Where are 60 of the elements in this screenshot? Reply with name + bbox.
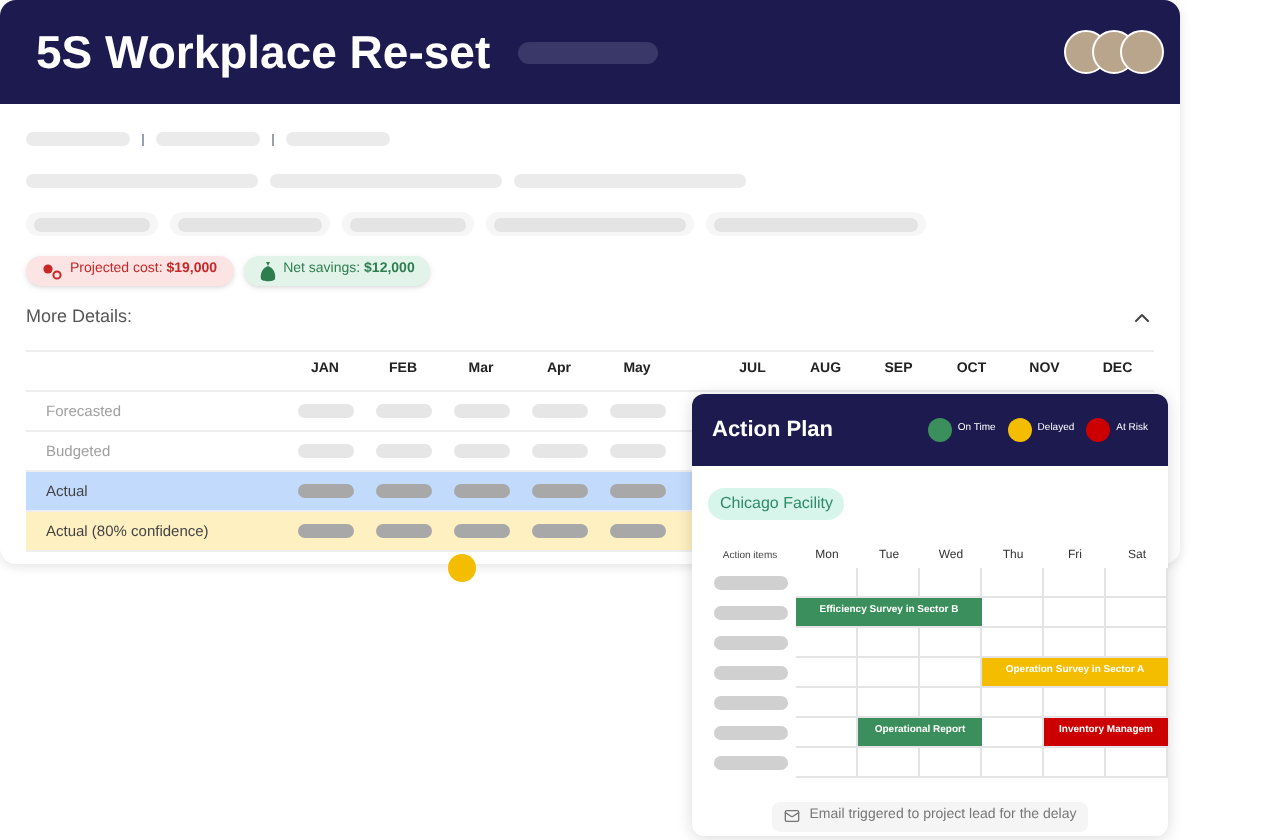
action-plan-title: Action Plan	[712, 415, 834, 446]
filter-chip[interactable]	[706, 212, 926, 236]
calendar-cell	[858, 658, 920, 688]
calendar-cell	[858, 748, 920, 778]
placeholder-bar	[713, 696, 787, 710]
section-title: More Details:	[26, 304, 133, 331]
calendar-cell	[796, 688, 858, 718]
calendar-cell	[982, 748, 1044, 778]
filter-chip[interactable]	[486, 212, 694, 236]
calendar-cell	[796, 748, 858, 778]
calendar-cell	[1106, 598, 1168, 628]
calendar-cell	[1106, 568, 1168, 598]
placeholder-bar	[609, 524, 665, 538]
filter-chip[interactable]	[342, 212, 474, 236]
placeholder-bar	[453, 484, 509, 498]
placeholder-bar	[453, 404, 509, 418]
calendar-cell	[796, 628, 858, 658]
placeholder-bar	[453, 444, 509, 458]
placeholder-bar	[713, 756, 787, 770]
placeholder-bar	[518, 41, 659, 63]
placeholder-bar	[453, 524, 509, 538]
placeholder-bar	[297, 484, 353, 498]
placeholder-bar	[713, 576, 787, 590]
project-title: 5S Workplace Re-set	[36, 23, 491, 82]
calendar-cell	[1044, 748, 1106, 778]
calendar-cell	[1106, 748, 1168, 778]
calendar-cell	[982, 598, 1044, 628]
placeholder-bar	[713, 606, 787, 620]
filter-chip[interactable]	[170, 212, 330, 236]
placeholder-bar	[531, 404, 587, 418]
placeholder-bar	[713, 726, 787, 740]
placeholder-bar	[713, 666, 787, 680]
filter-chip[interactable]	[26, 212, 158, 236]
placeholder-bar	[375, 524, 431, 538]
placeholder-bar	[531, 524, 587, 538]
calendar-cell	[982, 568, 1044, 598]
placeholder-bar	[609, 484, 665, 498]
placeholder-bar	[297, 404, 353, 418]
calendar-cell	[1044, 568, 1106, 598]
placeholder-bar	[375, 444, 431, 458]
avatar	[1120, 30, 1164, 74]
placeholder-bar	[531, 484, 587, 498]
mail-icon	[783, 808, 800, 825]
calendar-cell	[982, 688, 1044, 718]
placeholder-bar	[609, 444, 665, 458]
placeholder-bar	[297, 524, 353, 538]
placeholder-bar	[713, 636, 787, 650]
facility-chip[interactable]: Chicago Facility	[708, 488, 845, 520]
placeholder-bar	[375, 484, 431, 498]
calendar-cell	[920, 628, 982, 658]
calendar-cell	[796, 658, 858, 688]
calendar-cell	[858, 628, 920, 658]
calendar-cell	[1044, 598, 1106, 628]
placeholder-bar	[297, 444, 353, 458]
money-bag-icon	[259, 261, 276, 281]
placeholder-bar	[375, 404, 431, 418]
placeholder-bar	[609, 404, 665, 418]
calendar-cell	[920, 748, 982, 778]
gears-icon	[42, 262, 62, 280]
placeholder-bar	[531, 444, 587, 458]
